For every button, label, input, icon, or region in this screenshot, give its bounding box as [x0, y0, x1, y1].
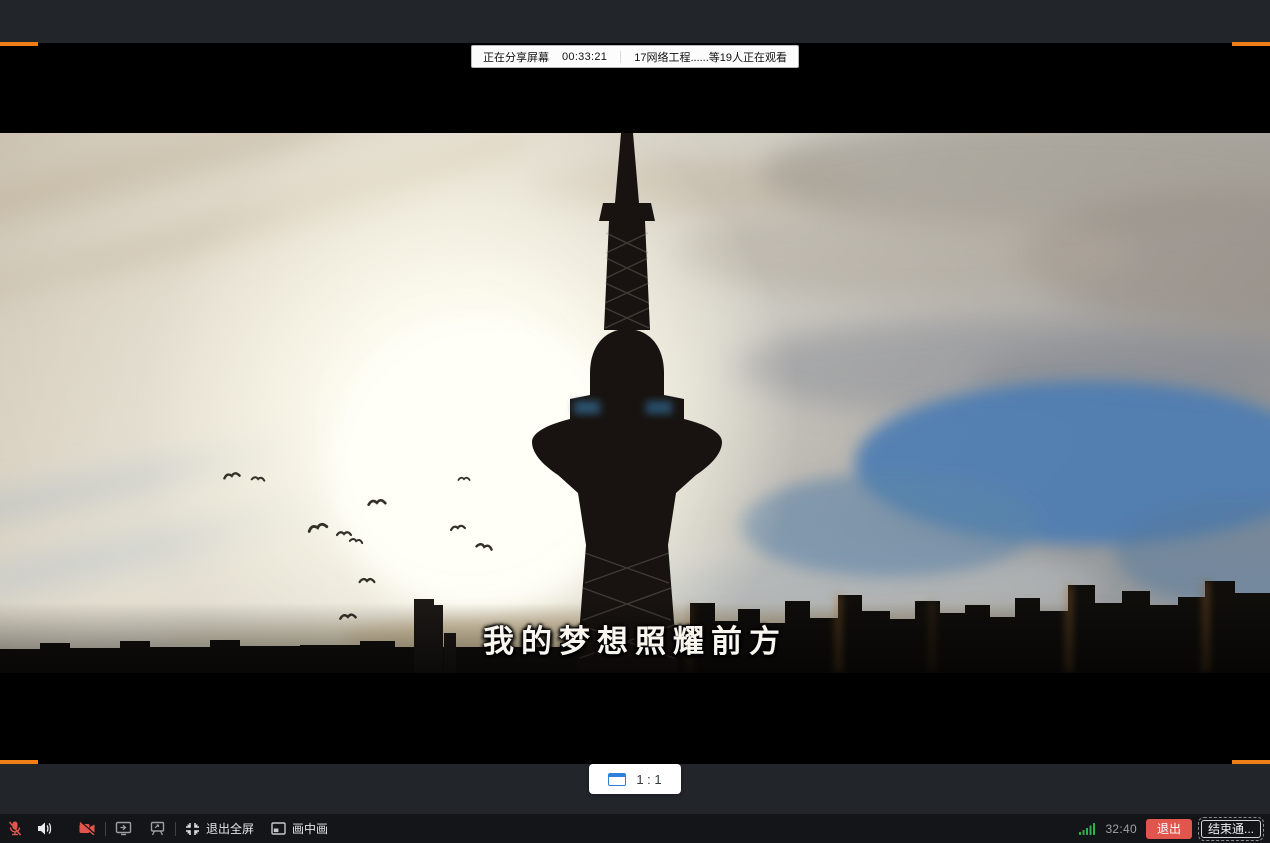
whiteboard-icon	[149, 821, 166, 836]
video-scene	[0, 133, 1270, 673]
toolbar-right-group: 32:40 退出 结束通...	[1079, 819, 1270, 839]
pip-button[interactable]: 画中画	[271, 820, 328, 837]
pill-divider	[620, 51, 621, 63]
shared-video-frame: 我的梦想照耀前方	[0, 133, 1270, 673]
whiteboard-button[interactable]	[149, 821, 166, 836]
aspect-ratio-icon	[608, 773, 626, 786]
top-bar	[0, 0, 1270, 43]
duration-label: 32:40	[1105, 822, 1137, 836]
speaker-button[interactable]	[36, 821, 53, 836]
app-window: 正在分享屏幕 00:33:21 17网络工程......等19人正在观看	[0, 0, 1270, 843]
exit-fullscreen-icon	[185, 822, 200, 836]
signal-strength-icon	[1079, 822, 1096, 835]
video-stage: 我的梦想照耀前方	[0, 43, 1270, 760]
exit-fullscreen-button[interactable]: 退出全屏	[185, 820, 254, 837]
share-viewers-label: 17网络工程......等19人正在观看	[634, 49, 787, 65]
pip-icon	[271, 822, 286, 835]
end-call-button[interactable]: 结束通...	[1201, 820, 1261, 838]
screen-share-button[interactable]	[115, 821, 132, 836]
camera-muted-button[interactable]	[78, 821, 96, 836]
video-subtitle: 我的梦想照耀前方	[0, 616, 1270, 661]
share-border-marker	[0, 42, 38, 46]
share-border-marker	[0, 760, 38, 764]
bottom-toolbar: 退出全屏 画中画 32:40 退出	[0, 814, 1270, 843]
speaker-icon	[36, 821, 53, 836]
share-border-marker	[1232, 42, 1270, 46]
toolbar-divider	[105, 822, 106, 836]
share-timer: 00:33:21	[562, 51, 607, 63]
camera-muted-icon	[78, 821, 96, 836]
toolbar-divider	[175, 822, 176, 836]
aspect-ratio-button[interactable]: 1 : 1	[589, 764, 681, 794]
aspect-ratio-label: 1 : 1	[636, 772, 661, 787]
exit-button[interactable]: 退出	[1146, 819, 1192, 839]
pip-label: 画中画	[292, 820, 328, 837]
exit-fullscreen-label: 退出全屏	[206, 820, 254, 837]
share-status-label: 正在分享屏幕	[483, 49, 549, 65]
mic-muted-button[interactable]	[7, 820, 23, 837]
share-status-banner: 正在分享屏幕 00:33:21 17网络工程......等19人正在观看	[471, 45, 799, 68]
toolbar-left-group: 退出全屏 画中画	[0, 820, 1079, 837]
mic-muted-icon	[7, 820, 23, 837]
screen-share-icon	[115, 821, 132, 836]
share-border-marker	[1232, 760, 1270, 764]
